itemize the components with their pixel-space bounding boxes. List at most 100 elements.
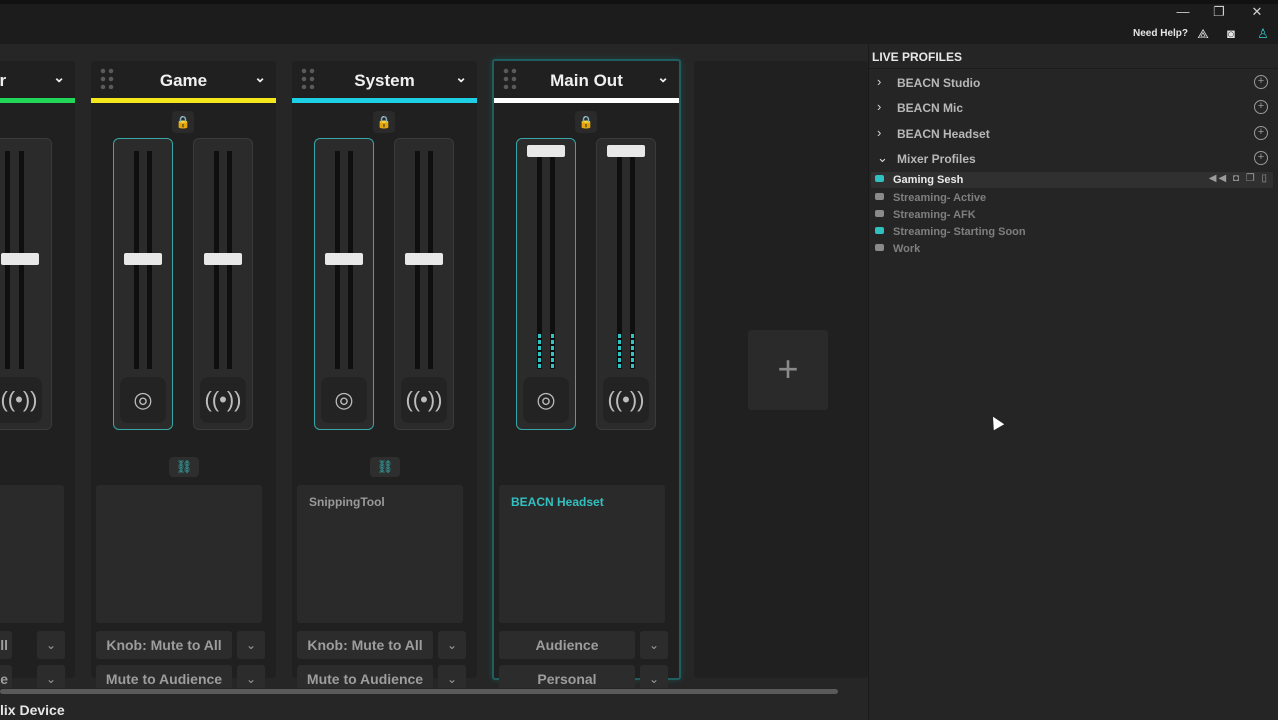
profile-actions-icons[interactable]: ◀◀ ◘ ❐ ▯: [1209, 173, 1269, 184]
live-profiles-panel: LIVE PROFILES › BEACN Studio + › BEACN M…: [868, 44, 1278, 720]
group-beacn-headset[interactable]: › BEACN Headset +: [869, 123, 1278, 145]
channel-header: Game ⌄: [91, 61, 276, 97]
channel-color-bar: [91, 98, 276, 103]
profile-label: Streaming- Starting Soon: [893, 226, 1026, 238]
knob-mode-dropdown[interactable]: Knob: Mute to All: [96, 631, 232, 659]
group-label: BEACN Studio: [897, 76, 981, 90]
channel-header: Main Out ⌄: [494, 61, 679, 97]
profile-label: Gaming Sesh: [893, 174, 964, 186]
level-meter: [551, 334, 554, 368]
panel-title: LIVE PROFILES: [872, 50, 963, 64]
horizontal-scrollbar-thumb[interactable]: [0, 689, 838, 694]
lock-icon[interactable]: 🔒: [575, 111, 597, 133]
audience-fader: ((•)): [596, 138, 656, 430]
channel-game: Game ⌄ 🔒 ◎ ((•)) ⛓ Knob: Mute to All ⌄ M…: [91, 61, 276, 693]
broadcast-icon[interactable]: ((•)): [0, 377, 42, 423]
restore-button[interactable]: ❐: [1204, 4, 1234, 20]
discord-icon[interactable]: ◙: [1222, 25, 1240, 43]
app-drop-zone[interactable]: [0, 485, 64, 623]
headphones-icon[interactable]: ◎: [523, 377, 569, 423]
level-meter: [618, 334, 621, 368]
audience-fader: ((•)): [394, 138, 454, 430]
fader-box: ((•)): [0, 138, 52, 430]
broadcast-icon[interactable]: ((•)): [603, 377, 649, 423]
channel-title: Main Out: [550, 71, 623, 90]
chevron-down-icon[interactable]: ⌄: [438, 631, 466, 659]
fader-knob[interactable]: [527, 145, 565, 157]
group-label: BEACN Mic: [897, 101, 964, 115]
chevron-down-icon[interactable]: ⌄: [657, 69, 669, 86]
app-label: BEACN Headset: [511, 495, 604, 509]
channel-strip: er ⌄ ◎ ((•)) All ⌄ nce ⌄: [0, 61, 75, 693]
top-strip: [0, 0, 1278, 4]
channel-header: er ⌄: [0, 61, 75, 97]
chevron-down-icon[interactable]: ⌄: [640, 631, 668, 659]
profile-label: Work: [893, 243, 921, 255]
add-profile-icon[interactable]: +: [1254, 126, 1268, 140]
group-mixer-profiles[interactable]: ⌄ Mixer Profiles +: [869, 148, 1278, 170]
fader-knob[interactable]: [204, 253, 242, 265]
profile-item[interactable]: Streaming- Starting Soon: [871, 224, 1273, 240]
chevron-down-icon[interactable]: ⌄: [237, 631, 265, 659]
group-label: Mixer Profiles: [897, 152, 976, 166]
headphones-icon[interactable]: ◎: [120, 377, 166, 423]
knob-mode-dropdown[interactable]: All: [0, 631, 12, 659]
group-label: BEACN Headset: [897, 127, 990, 141]
app-drop-zone[interactable]: BEACN Headset: [499, 485, 665, 623]
broadcast-icon[interactable]: ((•)): [401, 377, 447, 423]
personal-fader: ◎: [113, 138, 173, 430]
need-help-link[interactable]: Need Help?: [1133, 28, 1188, 39]
profile-item[interactable]: Gaming Sesh ◀◀ ◘ ❐ ▯: [871, 172, 1273, 188]
add-profile-icon[interactable]: +: [1254, 100, 1268, 114]
lock-icon[interactable]: 🔒: [373, 111, 395, 133]
personal-fader: ◎: [314, 138, 374, 430]
chevron-down-icon[interactable]: ⌄: [455, 69, 467, 86]
chevron-down-icon[interactable]: ⌄: [53, 69, 65, 86]
audience-fader: ((•)): [193, 138, 253, 430]
channel-color-bar: [0, 98, 75, 103]
fader-knob[interactable]: [607, 145, 645, 157]
minimize-button[interactable]: —: [1168, 4, 1198, 20]
channel-main-out: Main Out ⌄ 🔒 ◎ ((•)) BEACN Headset Audie…: [492, 59, 681, 693]
app-drop-zone[interactable]: SnippingTool: [297, 485, 463, 623]
broadcast-icon[interactable]: ((•)): [200, 377, 246, 423]
close-button[interactable]: ✕: [1242, 4, 1272, 20]
group-beacn-studio[interactable]: › BEACN Studio +: [869, 72, 1278, 94]
profile-item[interactable]: Streaming- AFK: [871, 207, 1273, 223]
camera-icon: [875, 244, 884, 251]
link-icon[interactable]: ⛓: [169, 457, 199, 477]
add-profile-icon[interactable]: +: [1254, 151, 1268, 165]
fader-knob[interactable]: [1, 253, 39, 265]
channel-header: System ⌄: [292, 61, 477, 97]
chevron-down-icon: ⌄: [877, 150, 888, 165]
app-drop-zone[interactable]: [96, 485, 262, 623]
chevron-right-icon: ›: [877, 74, 882, 89]
chevron-down-icon[interactable]: ⌄: [254, 69, 266, 86]
group-beacn-mic[interactable]: › BEACN Mic +: [869, 97, 1278, 119]
chevron-down-icon[interactable]: ⌄: [37, 631, 65, 659]
profile-icon[interactable]: ♙: [1254, 25, 1272, 43]
channel-title: Game: [159, 71, 208, 90]
knob-mode-dropdown[interactable]: Knob: Mute to All: [297, 631, 433, 659]
camera-icon: [875, 175, 884, 182]
link-icon[interactable]: ⛓: [370, 457, 400, 477]
mix-select-dropdown[interactable]: Audience: [499, 631, 635, 659]
headphones-icon[interactable]: ◎: [321, 377, 367, 423]
title-bar: [0, 0, 1278, 44]
profile-item[interactable]: Work: [871, 241, 1273, 257]
fader-knob[interactable]: [325, 253, 363, 265]
profile-label: Streaming- Active: [893, 192, 987, 204]
camera-icon: [875, 193, 884, 200]
app-label: SnippingTool: [309, 495, 385, 509]
profile-item[interactable]: Streaming- Active: [871, 190, 1273, 206]
channel-color-bar: [292, 98, 477, 103]
level-meter: [631, 334, 634, 368]
fader-knob[interactable]: [124, 253, 162, 265]
fader-knob[interactable]: [405, 253, 443, 265]
device-label: lix Device: [0, 702, 65, 718]
add-channel-button[interactable]: +: [748, 330, 828, 410]
channel-color-bar: [494, 98, 679, 103]
beacn-logo-icon[interactable]: ⟁: [1194, 25, 1212, 43]
add-profile-icon[interactable]: +: [1254, 75, 1268, 89]
lock-icon[interactable]: 🔒: [172, 111, 194, 133]
